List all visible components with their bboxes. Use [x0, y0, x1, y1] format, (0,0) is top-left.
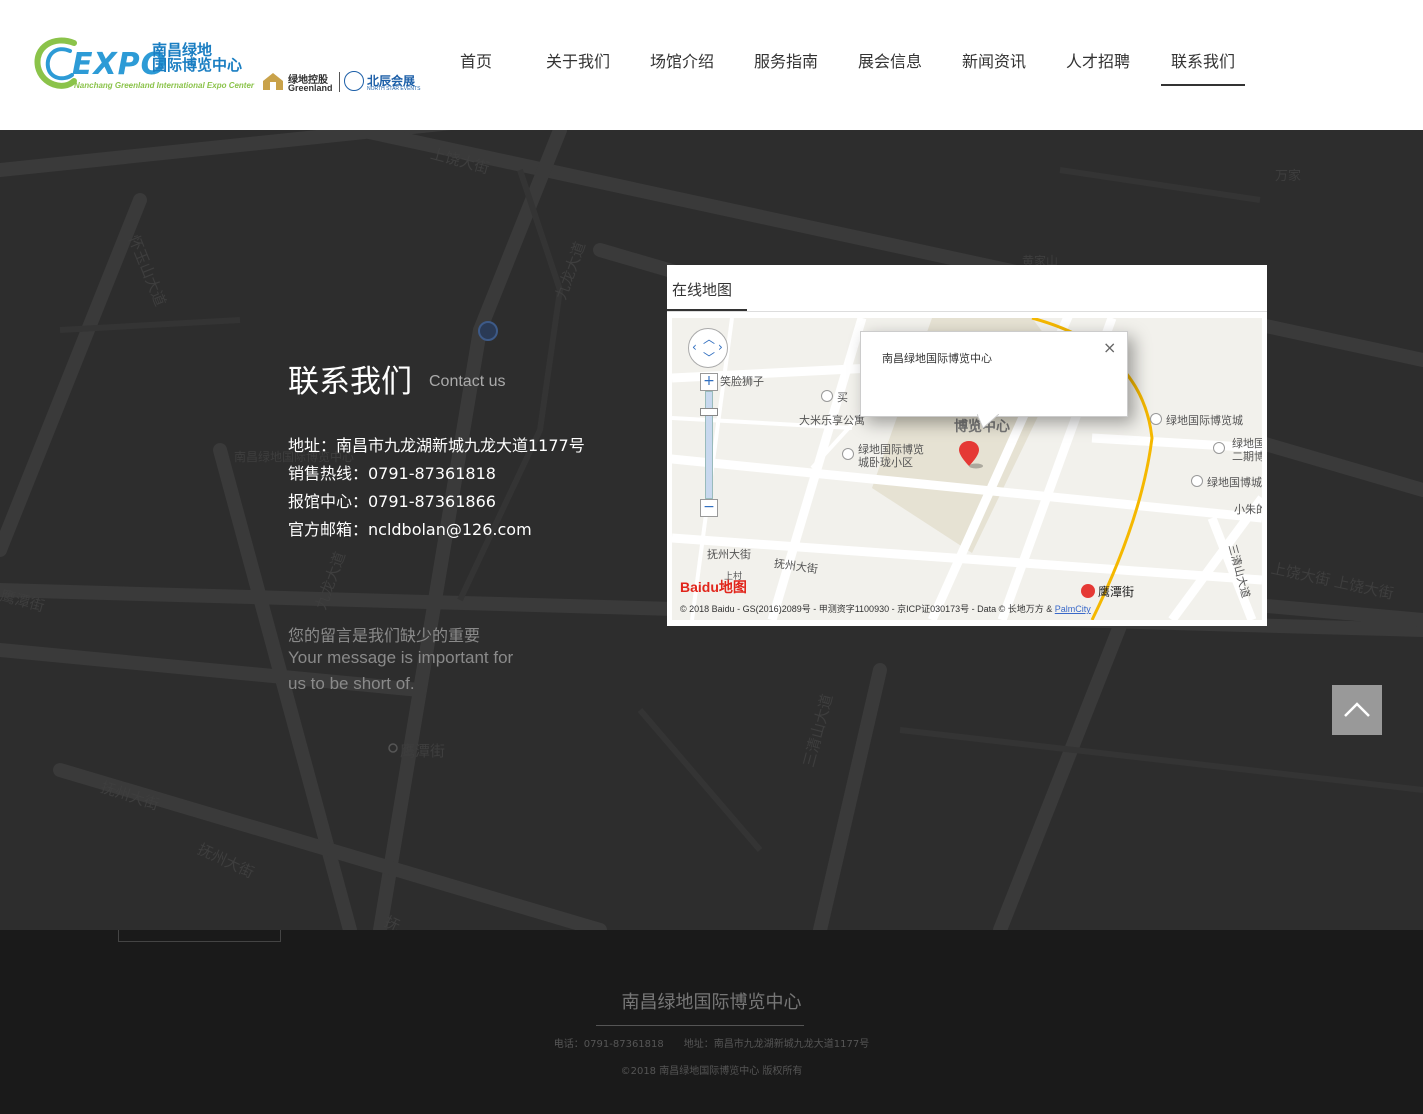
map-metro-label: 鹰潭街 [1098, 585, 1135, 599]
logo-cn-line2: 国际博览中心 [152, 56, 243, 74]
contact-hotline: 销售热线：0791-87361818 [288, 464, 496, 483]
back-to-top-button[interactable] [1332, 685, 1382, 735]
nav-item-contact[interactable]: 联系我们 [1171, 48, 1235, 72]
message-cn: 您的留言是我们缺少的重要 [288, 626, 481, 645]
bg-road-label: 鹰潭街 [400, 742, 446, 760]
zoom-out-button[interactable]: − [700, 499, 718, 517]
contact-email[interactable]: 官方邮箱：ncldbolan@126.com [288, 516, 532, 540]
location-pin-icon[interactable] [959, 440, 985, 470]
zoom-slider-handle[interactable] [700, 408, 718, 416]
poi-icon [1213, 442, 1225, 454]
zoom-in-button[interactable]: + [700, 373, 718, 391]
footer-decoration [118, 930, 281, 942]
northstar-globe-icon [344, 71, 364, 91]
poi-icon [821, 390, 833, 402]
pan-left-icon[interactable]: ‹ [692, 340, 697, 354]
baidu-logo-text: Baidu地图 [680, 579, 747, 595]
map-road-label: 抚州大街 [707, 548, 751, 561]
nav-item-service[interactable]: 服务指南 [754, 48, 818, 72]
greenland-en: Greenland [288, 83, 333, 93]
chevron-up-icon [1344, 702, 1370, 717]
map-copyright: © 2018 Baidu - GS(2016)2089号 - 甲测资字11009… [680, 602, 1091, 615]
map-pan-control[interactable]: ︿ ﹀ ‹ › [688, 328, 728, 368]
nav-item-careers[interactable]: 人才招聘 [1066, 48, 1130, 72]
map-tab-divider [667, 311, 1267, 312]
logo-cn-name: 南昌绿地 国际博览中心 [152, 43, 256, 73]
nav-active-underline [1161, 84, 1245, 86]
map-copyright-text: © 2018 Baidu - GS(2016)2089号 - 甲测资字11009… [680, 604, 1055, 614]
map-poi-label: 二期博 [1232, 450, 1262, 463]
pan-up-icon[interactable]: ︿ [703, 330, 715, 347]
baidu-map-logo[interactable]: Baidu地图 [680, 570, 752, 596]
northstar-logo: 北辰会展 NORTH STAR EVENTS [344, 71, 424, 95]
contact-subtitle: Contact us [429, 373, 506, 390]
metro-icon [1081, 584, 1095, 598]
logo-separator [339, 72, 340, 92]
pan-down-icon[interactable]: ﹀ [703, 349, 715, 366]
tab-online-map[interactable]: 在线地图 [672, 279, 732, 300]
logo-en-name: Nanchang Greenland International Expo Ce… [74, 81, 255, 90]
nav-item-home[interactable]: 首页 [460, 48, 492, 72]
northstar-en: NORTH STAR EVENTS [367, 86, 421, 92]
popup-title: 南昌绿地国际博览中心 [882, 352, 992, 365]
greenland-house-icon [263, 73, 283, 90]
contact-title: 联系我们 [288, 364, 412, 400]
message-en-line2: us to be short of. [288, 674, 415, 693]
map-poi-label: 笑脸狮子 [720, 375, 764, 388]
popup-close-icon[interactable]: × [1103, 338, 1116, 357]
message-en-line1: Your message is important for [288, 648, 514, 667]
nav-item-news[interactable]: 新闻资讯 [962, 48, 1026, 72]
footer-copyright: ©2018 南昌绿地国际博览中心 版权所有 [620, 1066, 803, 1077]
nav-item-exhibitions[interactable]: 展会信息 [858, 48, 922, 72]
pan-right-icon[interactable]: › [718, 340, 723, 354]
site-logo[interactable]: EXPO 南昌绿地 国际博览中心 Nanchang Greenland Inte… [34, 35, 424, 95]
expo-logo: EXPO 南昌绿地 国际博览中心 Nanchang Greenland Inte… [34, 35, 254, 95]
map-poi-label: 绿地国际博览城 [1166, 414, 1243, 427]
greenland-logo: 绿地控股 Greenland [262, 69, 334, 95]
bg-place-label: 万家 [1275, 169, 1302, 184]
poi-icon [842, 448, 854, 460]
contact-address: 地址：南昌市九龙湖新城九龙大道1177号 [288, 436, 585, 455]
palmcity-link[interactable]: PalmCity [1055, 604, 1091, 614]
nav-item-venue[interactable]: 场馆介绍 [650, 48, 714, 72]
popup-pointer [977, 414, 999, 428]
site-footer [0, 930, 1423, 1114]
footer-title: 南昌绿地国际博览中心 [621, 992, 802, 1013]
map-poi-label: 绿地国博城 [1207, 476, 1262, 489]
poi-icon [1191, 475, 1203, 487]
poi-icon [1150, 413, 1162, 425]
contact-booking: 报馆中心：0791-87361866 [288, 492, 496, 511]
map-info-popup: 南昌绿地国际博览中心 × [860, 331, 1128, 417]
nav-item-about[interactable]: 关于我们 [546, 48, 610, 72]
map-poi-label: 大米乐享公寓 [799, 414, 865, 427]
site-header: EXPO 南昌绿地 国际博览中心 Nanchang Greenland Inte… [0, 0, 1423, 130]
online-map-panel: 在线地图 ︿ ﹀ ‹ › + − 笑脸狮子 买 大米乐享公寓 博览中心 绿地国际… [667, 265, 1267, 626]
map-poi-label: 小朱的 [1234, 503, 1262, 516]
map-poi-label: 买 [837, 391, 848, 404]
bus-stop-icon [478, 321, 498, 341]
map-canvas[interactable]: ︿ ﹀ ‹ › + − 笑脸狮子 买 大米乐享公寓 博览中心 绿地国际博览 城卧… [672, 318, 1262, 620]
map-poi-label: 城卧珑小区 [858, 456, 913, 469]
footer-divider [596, 1025, 804, 1026]
footer-contact: 电话：0791-87361818 地址：南昌市九龙湖新城九龙大道1177号 [553, 1039, 870, 1050]
